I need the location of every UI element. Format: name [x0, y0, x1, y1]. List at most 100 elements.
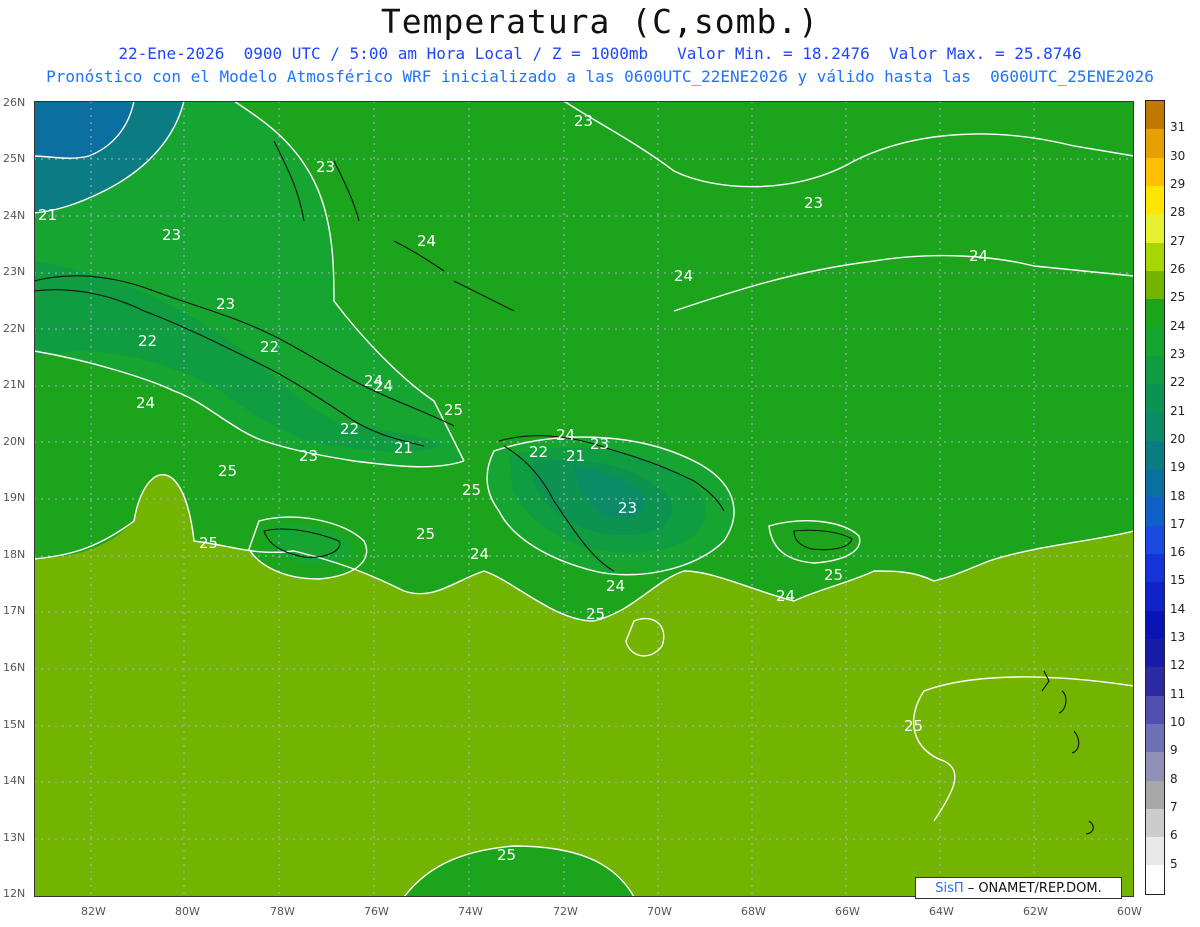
contour-label: 25 — [444, 401, 463, 419]
colorbar-cell — [1146, 355, 1164, 385]
colorbar-cell — [1146, 497, 1164, 526]
colorbar-label: 20 — [1170, 431, 1186, 446]
x-tick: 72W — [553, 905, 578, 918]
colorbar-label: 6 — [1170, 828, 1178, 843]
colorbar-label: 12 — [1170, 658, 1186, 673]
x-tick: 60W — [1117, 905, 1142, 918]
y-tick: 18N — [3, 548, 26, 561]
colorbar-cell — [1146, 723, 1164, 753]
colorbar-cell — [1146, 837, 1164, 866]
colorbar-cell — [1146, 129, 1164, 158]
y-tick: 25N — [3, 152, 26, 165]
contour-label: 21 — [38, 206, 57, 224]
x-tick: 80W — [175, 905, 200, 918]
contour-label: 24 — [969, 247, 988, 265]
colorbar-cell — [1146, 695, 1164, 724]
map-title: Temperatura (C,somb.) — [380, 2, 820, 41]
colorbar-cell — [1146, 638, 1164, 668]
colorbar-cell — [1146, 214, 1164, 243]
y-tick: 22N — [3, 322, 26, 335]
contour-label: 25 — [497, 846, 516, 864]
colorbar-label: 9 — [1170, 743, 1178, 758]
colorbar-label: 16 — [1170, 545, 1186, 560]
colorbar-label: 17 — [1170, 516, 1186, 531]
colorbar-cell — [1146, 780, 1164, 809]
contour-label: 23 — [590, 435, 609, 453]
colorbar-cell — [1146, 101, 1164, 130]
x-tick: 66W — [835, 905, 860, 918]
y-tick: 21N — [3, 378, 26, 391]
colorbar-cell — [1146, 525, 1164, 554]
y-tick: 15N — [3, 718, 26, 731]
colorbar-label: 21 — [1170, 403, 1186, 418]
colorbar-label: 22 — [1170, 375, 1186, 390]
contour-label: 23 — [216, 295, 235, 313]
colorbar-label: 13 — [1170, 630, 1186, 645]
colorbar-label: 28 — [1170, 205, 1186, 220]
y-tick: 24N — [3, 209, 26, 222]
x-tick: 78W — [270, 905, 295, 918]
colorbar-cell — [1146, 157, 1164, 186]
y-tick: 26N — [3, 96, 26, 109]
colorbar-cell — [1146, 610, 1164, 639]
colorbar-label: 26 — [1170, 261, 1186, 276]
colorbar-cell — [1146, 440, 1164, 470]
contour-label: 22 — [529, 443, 548, 461]
x-tick: 64W — [929, 905, 954, 918]
contour-label: 23 — [618, 499, 637, 517]
colorbar-cell — [1146, 384, 1164, 413]
x-tick: 62W — [1023, 905, 1048, 918]
colorbar-label: 11 — [1170, 686, 1186, 701]
contour-label: 24 — [674, 267, 693, 285]
colorbar-cell — [1146, 412, 1164, 441]
x-tick: 68W — [741, 905, 766, 918]
y-tick: 23N — [3, 265, 26, 278]
contour-label: 25 — [904, 717, 923, 735]
y-tick: 19N — [3, 491, 26, 504]
contour-label: 25 — [824, 566, 843, 584]
colorbar-cell — [1146, 242, 1164, 271]
colorbar-label: 29 — [1170, 176, 1186, 191]
contour-label: 24 — [136, 394, 155, 412]
colorbar-label: 7 — [1170, 800, 1178, 815]
contour-label: 24 — [374, 377, 393, 395]
colorbar-cell — [1146, 667, 1164, 696]
contour-label: 23 — [316, 158, 335, 176]
colorbar-label: 15 — [1170, 573, 1186, 588]
temperature-colorbar — [1145, 100, 1165, 895]
colorbar-cell — [1146, 299, 1164, 328]
credit-org: – ONAMET/REP.DOM. — [967, 880, 1102, 896]
colorbar-cell — [1146, 270, 1164, 300]
colorbar-label: 10 — [1170, 715, 1186, 730]
contour-label: 23 — [162, 226, 181, 244]
colorbar-cell — [1146, 327, 1164, 356]
x-tick: 82W — [81, 905, 106, 918]
y-tick: 17N — [3, 604, 26, 617]
colorbar-label: 19 — [1170, 460, 1186, 475]
contour-label: 24 — [417, 232, 436, 250]
colorbar-label: 27 — [1170, 233, 1186, 248]
contour-label: 25 — [218, 462, 237, 480]
y-tick: 20N — [3, 435, 26, 448]
x-tick: 74W — [458, 905, 483, 918]
contour-label: 23 — [804, 194, 823, 212]
x-tick: 70W — [647, 905, 672, 918]
colorbar-cell — [1146, 752, 1164, 781]
contour-label: 21 — [394, 439, 413, 457]
map-subtitle-valid-time: 22-Ene-2026 0900 UTC / 5:00 am Hora Loca… — [118, 44, 1082, 63]
y-tick: 16N — [3, 661, 26, 674]
contour-label: 21 — [566, 447, 585, 465]
y-tick: 12N — [3, 887, 26, 900]
contour-label: 22 — [260, 338, 279, 356]
contour-label: 24 — [606, 577, 625, 595]
contour-label: 22 — [340, 420, 359, 438]
colorbar-cell — [1146, 185, 1164, 215]
colorbar-cell — [1146, 582, 1164, 611]
contour-label: 24 — [776, 587, 795, 605]
colorbar-label: 23 — [1170, 346, 1186, 361]
contour-label: 22 — [138, 332, 157, 350]
credit-brand: SisΠ — [935, 880, 964, 896]
contour-label: 24 — [556, 426, 575, 444]
contour-label: 23 — [574, 112, 593, 130]
colorbar-label: 18 — [1170, 488, 1186, 503]
